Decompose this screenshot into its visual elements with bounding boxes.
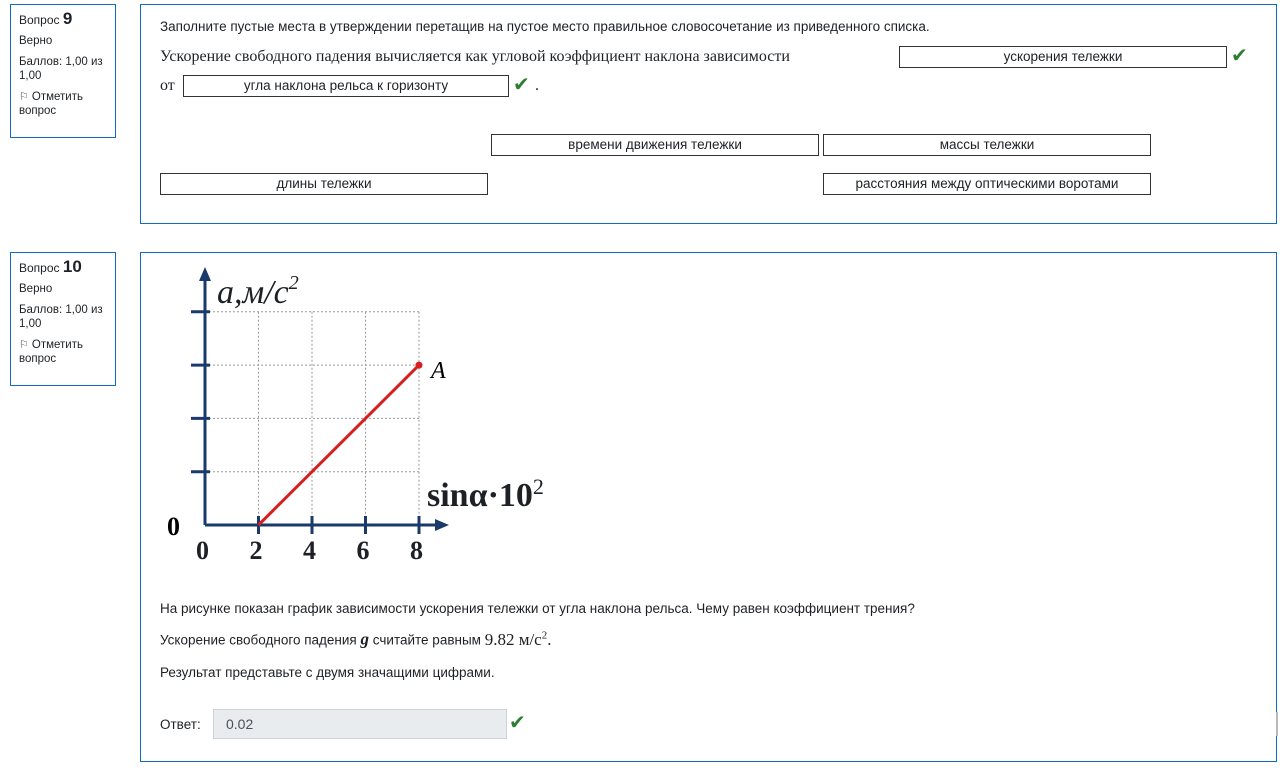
data-line [257,364,421,527]
acceleration-graph: 0 2 4 6 8 A a,м/с2 sinα·102 0 [167,267,544,565]
answer-input[interactable] [213,709,507,739]
q10-info-panel: Вопрос 10 Верно Баллов: 1,00 из 1,00 ⚐ От… [10,252,116,386]
drag-choice[interactable]: массы тележки [823,134,1151,156]
q9-drop-zone-2[interactable]: угла наклона рельса к горизонту [183,75,509,97]
flag-icon: ⚐ [19,91,29,103]
graph-grid [205,311,420,525]
q10-result-instruction: Результат представьте с двумя значащими … [160,665,495,680]
drag-choice[interactable]: расстояния между оптическими воротами [823,173,1151,195]
x-tick-label: 8 [410,536,423,565]
q9-status: Верно [19,35,53,47]
x-tick-label: 0 [196,536,209,565]
q10-g-line: Ускорение свободного падения g считайте … [160,629,552,649]
x-tick-label: 4 [303,536,316,565]
x-tick-label: 6 [357,536,370,565]
q9-content: Заполните пустые места в утверждении пер… [140,4,1277,224]
q9-prompt: Заполните пустые места в утверждении пер… [160,19,930,34]
scrollbar[interactable] [1276,712,1278,736]
q10-flag-link[interactable]: ⚐ Отметить вопрос [19,338,107,366]
x-axis-label: sinα·102 [427,474,544,514]
q10-score: Баллов: 1,00 из 1,00 [19,304,103,330]
y-axis-arrow [199,267,211,281]
q9-sentence-mid: от [160,77,175,94]
point-a-label: A [429,358,446,384]
check-icon: ✔ [509,712,526,734]
y-zero-label: 0 [167,512,180,541]
check-icon: ✔ [1231,45,1248,67]
q9-sentence-end: . [535,77,539,94]
q9-flag-link[interactable]: ⚐ Отметить вопрос [19,90,107,118]
x-axis-arrow [435,519,449,531]
x-tick-label: 2 [250,536,263,565]
drag-choice[interactable]: времени движения тележки [491,134,819,156]
q10-content: 0 2 4 6 8 A a,м/с2 sinα·102 0 На рисунке пок… [140,252,1277,762]
drag-choice[interactable]: длины тележки [160,173,488,195]
answer-label: Ответ: [160,717,201,732]
q9-info-panel: Вопрос 9 Верно Баллов: 1,00 из 1,00 ⚐ Отм… [10,4,116,138]
q9-score: Баллов: 1,00 из 1,00 [19,56,103,82]
check-icon: ✔ [513,74,530,96]
q9-sentence-start: Ускорение свободного падения вычисляется… [160,48,790,65]
flag-icon: ⚐ [19,339,29,351]
q10-status: Верно [19,283,53,295]
q10-question: На рисунке показан график зависимости ус… [160,601,915,616]
q9-drop-zone-1[interactable]: ускорения тележки [899,46,1227,68]
y-axis-label: a,м/с2 [217,272,299,311]
q10-number: Вопрос 10 [19,257,82,276]
q9-number: Вопрос 9 [19,9,73,28]
data-point-a [415,361,423,369]
